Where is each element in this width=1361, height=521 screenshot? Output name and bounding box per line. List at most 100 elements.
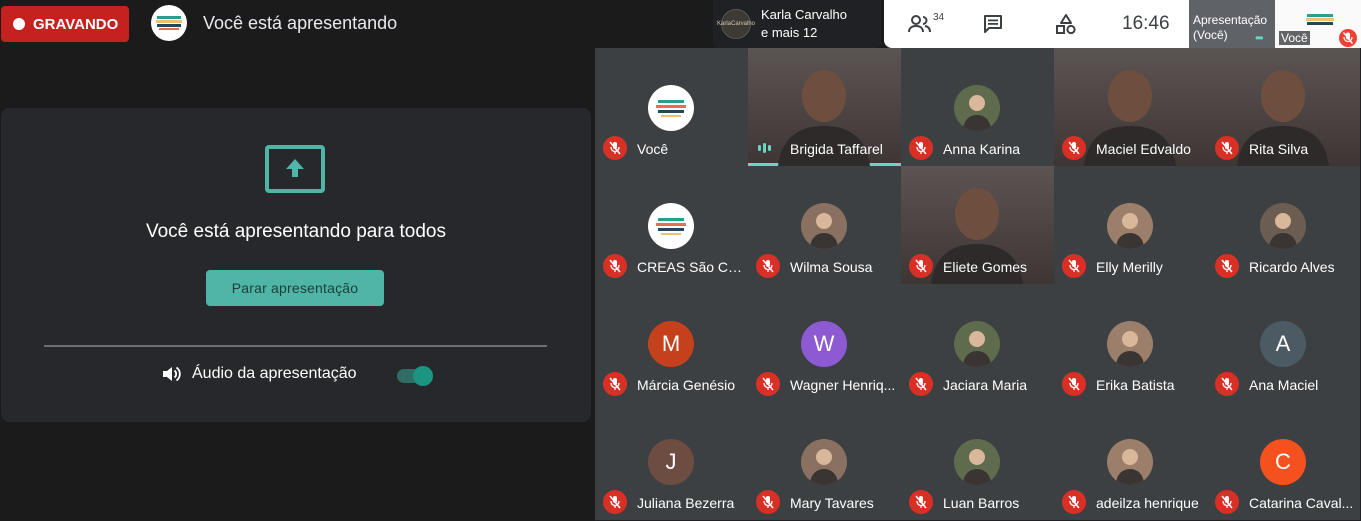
mic-off-icon (909, 254, 933, 278)
volume-icon (163, 366, 181, 382)
people-icon (908, 15, 931, 33)
participant-name: Ana Maciel (1249, 377, 1319, 393)
participant-avatar (954, 439, 1000, 485)
participant-tile[interactable]: Brigida Taffarel (748, 48, 901, 166)
mic-off-icon (603, 490, 627, 514)
self-name: Você (1279, 31, 1310, 45)
speaker-avatar: KarlaCarvalho (717, 9, 755, 39)
speaker-others: e mais 12 (761, 25, 818, 40)
participant-avatar: M (648, 321, 694, 367)
participant-name: Wagner Henriq... (790, 377, 896, 393)
mic-off-icon (1062, 372, 1086, 396)
participant-tile[interactable]: C Catarina Caval... (1207, 402, 1360, 520)
recording-label: GRAVANDO (33, 15, 119, 33)
mic-off-icon (756, 490, 780, 514)
activities-icon (1056, 14, 1076, 35)
mic-off-icon (603, 254, 627, 278)
participant-name: CREAS São Ca... (637, 259, 743, 275)
participant-grid: Você Brigida Taffarel Anna Karina Maciel Ed… (595, 48, 1361, 521)
participant-tile[interactable]: Eliete Gomes (901, 166, 1054, 284)
self-presentation-preview[interactable]: Apresentação (Você) (1189, 0, 1275, 48)
mic-off-icon (1215, 490, 1239, 514)
participant-tile[interactable]: M Márcia Genésio (595, 284, 748, 402)
speaking-indicator-icon (758, 140, 778, 156)
participant-tile[interactable]: Anna Karina (901, 48, 1054, 166)
activities-button[interactable] (1055, 12, 1077, 36)
participant-tile[interactable]: W Wagner Henriq... (748, 284, 901, 402)
participant-name: Catarina Caval... (1249, 495, 1354, 511)
participant-tile[interactable]: Erika Batista (1054, 284, 1207, 402)
panel-divider (44, 345, 547, 347)
participant-avatar (801, 439, 847, 485)
participant-name: Luan Barros (943, 495, 1020, 511)
participant-tile[interactable]: Luan Barros (901, 402, 1054, 520)
participant-name: Erika Batista (1096, 377, 1175, 393)
self-view-tile[interactable]: Apresentação (Você) ••• Você (1189, 0, 1361, 48)
participant-tile[interactable]: J Juliana Bezerra (595, 402, 748, 520)
stop-presenting-button[interactable]: Parar apresentação (206, 270, 384, 306)
participant-name: Maciel Edvaldo (1096, 141, 1191, 157)
chat-button[interactable] (982, 12, 1004, 36)
audio-presentation-toggle[interactable] (397, 364, 433, 386)
mic-off-icon (1215, 136, 1239, 160)
presentation-logo (151, 5, 187, 41)
participant-tile[interactable]: Mary Tavares (748, 402, 901, 520)
mic-off-icon (1062, 254, 1086, 278)
participant-name: Brigida Taffarel (790, 141, 883, 157)
people-button[interactable]: 34 (908, 12, 944, 36)
participant-avatar (801, 203, 847, 249)
participant-name: Elly Merilly (1096, 259, 1163, 275)
speaker-avatar-text: KarlaCarvalho (716, 21, 756, 27)
presenting-title: Você está apresentando (203, 13, 398, 33)
mic-off-icon (909, 136, 933, 160)
presenting-panel: Você está apresentando para todos Parar … (1, 108, 591, 422)
participant-avatar (648, 203, 694, 249)
mic-off-icon (909, 372, 933, 396)
participant-tile[interactable]: Maciel Edvaldo (1054, 48, 1207, 166)
participant-avatar: A (1260, 321, 1306, 367)
participant-name: Mary Tavares (790, 495, 874, 511)
participant-avatar (1260, 203, 1306, 249)
participant-tile[interactable]: Ricardo Alves (1207, 166, 1360, 284)
participant-tile[interactable]: CREAS São Ca... (595, 166, 748, 284)
participant-avatar (1107, 439, 1153, 485)
participant-tile[interactable]: Wilma Sousa (748, 166, 901, 284)
present-screen-icon (265, 145, 325, 193)
mic-off-icon (756, 254, 780, 278)
avatar-initial: A (1275, 331, 1291, 356)
participant-name: Anna Karina (943, 141, 1021, 157)
avatar-initial: C (1275, 449, 1291, 474)
mic-off-icon (909, 490, 933, 514)
participant-avatar (648, 85, 694, 131)
participant-tile[interactable]: Você (595, 48, 748, 166)
participant-name: Wilma Sousa (790, 259, 873, 275)
mic-off-icon (603, 136, 627, 160)
active-speaker-chip[interactable]: KarlaCarvalho Karla Carvalho e mais 12 (713, 0, 881, 48)
self-logo (1306, 14, 1334, 25)
participant-avatar (1107, 321, 1153, 367)
self-presentation-label: Apresentação (1193, 13, 1268, 27)
mic-off-icon (1215, 254, 1239, 278)
self-mic-off-icon (1339, 29, 1357, 47)
avatar-initial: W (813, 331, 835, 356)
participant-tile[interactable]: A Ana Maciel (1207, 284, 1360, 402)
toggle-knob (413, 366, 433, 386)
panel-title: Você está apresentando para todos (145, 221, 446, 242)
participant-name: adeilza henrique (1096, 495, 1199, 511)
recording-dot-icon (13, 18, 25, 30)
participant-tile[interactable]: Elly Merilly (1054, 166, 1207, 284)
recording-badge[interactable]: GRAVANDO (1, 6, 129, 42)
participant-name: Jaciara Maria (943, 377, 1028, 393)
people-count: 34 (933, 11, 945, 23)
avatar-initial: M (661, 331, 681, 356)
participant-avatar (954, 85, 1000, 131)
participant-tile[interactable]: Rita Silva (1207, 48, 1360, 166)
mic-off-icon (1062, 490, 1086, 514)
participant-tile[interactable]: adeilza henrique (1054, 402, 1207, 520)
participant-name: Você (637, 141, 669, 157)
mic-off-icon (1062, 136, 1086, 160)
participant-avatar: J (648, 439, 694, 485)
participant-tile[interactable]: Jaciara Maria (901, 284, 1054, 402)
mic-off-icon (603, 372, 627, 396)
speaking-dots-icon: ••• (1255, 31, 1263, 45)
